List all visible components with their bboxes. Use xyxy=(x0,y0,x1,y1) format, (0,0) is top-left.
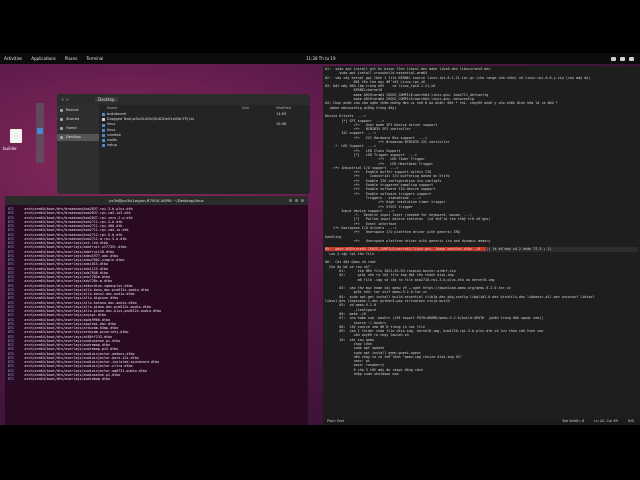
sidebar-item-recent[interactable]: Recent xyxy=(57,107,99,114)
terminal-line-text: arch/arm64/boot/dts/overlays/audremap.dt… xyxy=(14,377,111,381)
star-icon xyxy=(60,118,63,121)
network-icon[interactable] xyxy=(611,57,616,61)
file-time xyxy=(276,143,310,148)
folder-icon xyxy=(102,123,105,127)
desktop-file-label: builder xyxy=(3,146,17,151)
top-bar: Activities Applications Places Terminal … xyxy=(0,53,640,64)
applications-menu[interactable]: Applications xyxy=(31,53,55,64)
insert-mode: INS xyxy=(627,419,634,423)
file-manager-sidebar: Recent Starred Home Desktop xyxy=(57,105,99,194)
file-list: Name Size Modified buildkernel 14:09 Dragg… xyxy=(101,105,310,194)
editor-selection: 05: make ARCH=arm64 CROSS_COMPILE=aarch6… xyxy=(325,247,487,252)
file-manager-window: < > Desktop Recent Starred Home Desktop … xyxy=(57,94,310,194)
file-name: setup xyxy=(107,143,117,148)
file-size xyxy=(242,143,276,148)
terminal-window: pc3d@pc3d-Legion-R7000-4APN: ~/Desktop/l… xyxy=(5,196,308,425)
file-icon xyxy=(102,118,105,122)
sidebar-item-label: Recent xyxy=(66,108,79,112)
sidebar-item-desktop[interactable]: Desktop xyxy=(57,134,99,141)
editor-status-bar: Plain Text Tab Width: 8 Ln 42, Col 89 IN… xyxy=(323,418,640,425)
file-row[interactable]: setup xyxy=(101,143,310,148)
active-app-menu[interactable]: Terminal xyxy=(86,53,103,64)
volume-icon[interactable] xyxy=(620,57,625,61)
terminal-line: DTC arch/arm64/boot/dts/overlays/audrema… xyxy=(8,377,305,381)
tab-width-selector[interactable]: Tab Width: 8 xyxy=(562,418,584,425)
terminal-output[interactable]: DTC arch/arm64/boot/dts/broadcom/bcm2837… xyxy=(5,205,308,383)
dock xyxy=(36,103,44,163)
editor-text-area[interactable]: 01: sudo apt install git bc bison flex l… xyxy=(323,66,640,377)
folder-icon xyxy=(102,139,105,143)
sidebar-item-home[interactable]: Home xyxy=(57,125,99,132)
system-tray[interactable] xyxy=(611,53,634,61)
terminal-titlebar: pc3d@pc3d-Legion-R7000-4APN: ~/Desktop/l… xyxy=(5,196,308,205)
file-rows: buildkernel 14:09 Dragged Text(uzGxOLVDhQK… xyxy=(101,112,310,148)
folder-icon xyxy=(102,144,105,148)
screen: Activities Applications Places Terminal … xyxy=(0,53,640,425)
clock[interactable]: 11:28 Th tư 19 xyxy=(306,53,336,64)
power-icon[interactable] xyxy=(629,57,634,61)
maximize-icon[interactable] xyxy=(295,199,298,202)
folder-icon xyxy=(102,133,105,137)
terminal-title: pc3d@pc3d-Legion-R7000-4APN: ~/Desktop/l… xyxy=(109,198,204,203)
file-manager-header: < > Desktop xyxy=(57,94,310,105)
sidebar-item-label: Desktop xyxy=(66,135,81,139)
sidebar-item-starred[interactable]: Starred xyxy=(57,116,99,123)
column-name[interactable]: Name xyxy=(107,105,242,112)
editor-line: nhập sudo shutdown now xyxy=(325,372,399,377)
text-editor-window: 01: sudo apt install git bc bison flex l… xyxy=(323,66,640,425)
minimize-icon[interactable] xyxy=(289,199,292,202)
sidebar-item-label: Home xyxy=(66,126,77,130)
editor-line-rest: (j là số máy có 2 nhân TJ.3 ↓ J) xyxy=(486,247,552,252)
close-icon[interactable] xyxy=(301,199,304,202)
file-list-header: Name Size Modified xyxy=(101,105,310,112)
folder-icon xyxy=(102,128,105,132)
dock-app-icon[interactable] xyxy=(37,128,43,134)
cursor-position[interactable]: Ln 42, Col 89 xyxy=(594,418,618,425)
clock-icon xyxy=(60,109,63,112)
activities-button[interactable]: Activities xyxy=(4,53,22,64)
desktop-file-icon[interactable] xyxy=(10,129,22,143)
desktop-icon xyxy=(60,136,63,139)
column-size[interactable]: Size xyxy=(242,105,276,112)
sidebar-item-label: Starred xyxy=(66,117,80,121)
home-icon xyxy=(60,127,63,130)
path-bar[interactable]: Desktop xyxy=(95,97,118,102)
folder-icon xyxy=(102,113,105,117)
language-selector[interactable]: Plain Text xyxy=(327,418,344,425)
back-forward-buttons[interactable]: < > xyxy=(61,94,69,105)
column-modified[interactable]: Modified xyxy=(276,105,310,112)
places-menu[interactable]: Places xyxy=(65,53,78,64)
